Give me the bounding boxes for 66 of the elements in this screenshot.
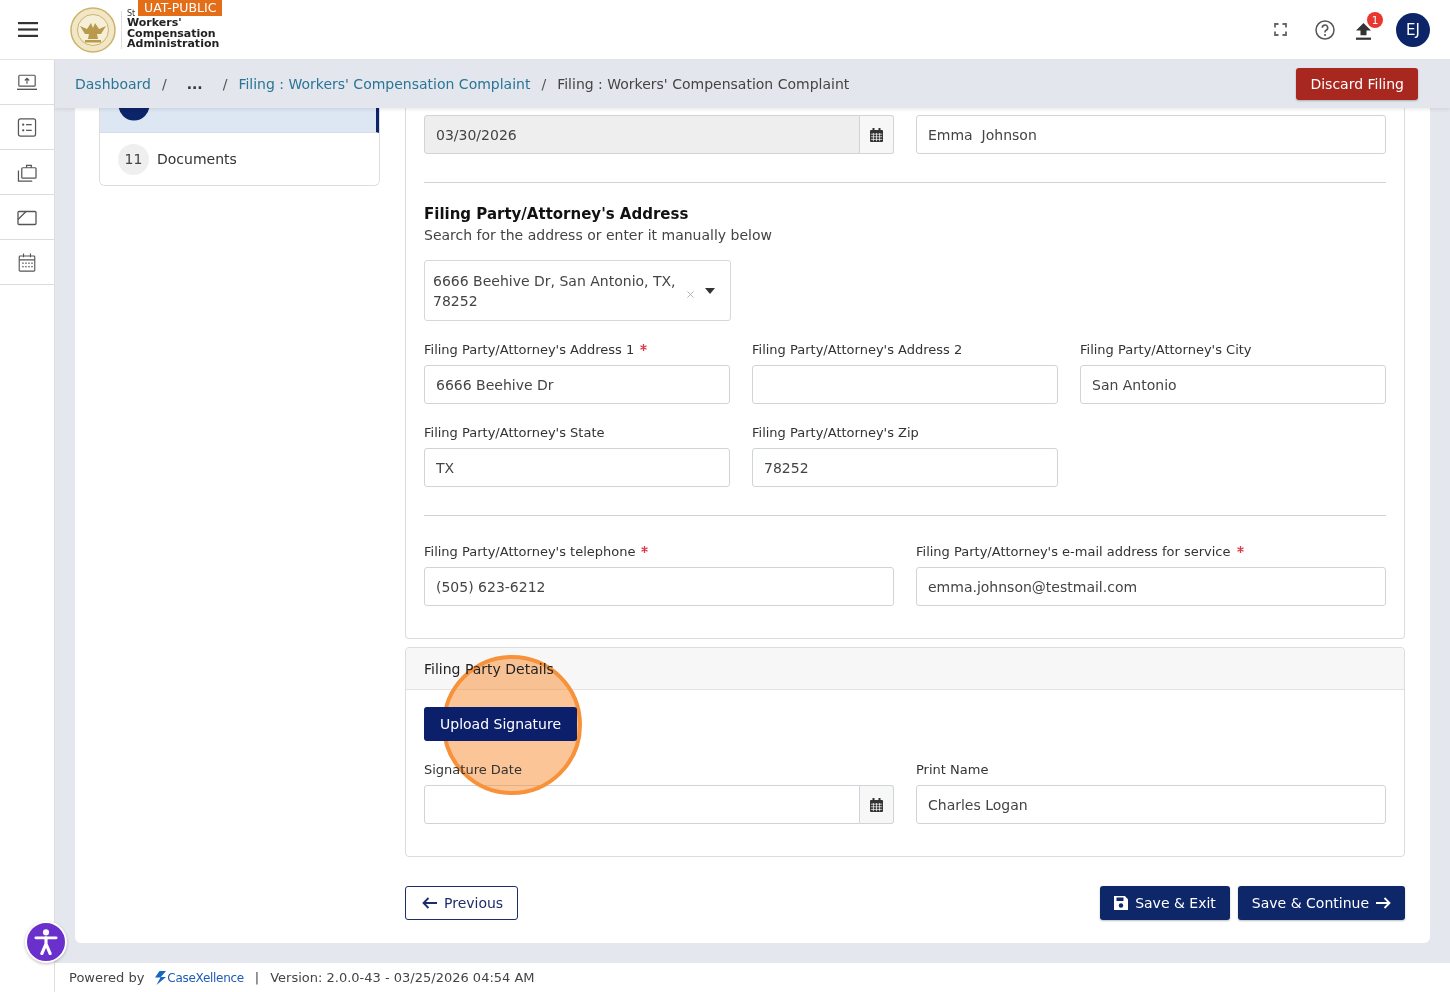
version-text: Version: 2.0.0-43 - 03/25/2026 04:54 AM [270,970,535,985]
brand-wordmark: CaseXellence [167,970,244,985]
field-label: Filing Party/Attorney's Zip [752,424,919,440]
calendar-icon[interactable] [17,252,37,272]
discard-filing-button[interactable]: Discard Filing [1296,68,1418,100]
field-label: Filing Party/Attorney's Address 2 [752,341,963,357]
breadcrumb-current: Filing : Workers' Compensation Complaint [557,76,850,92]
text-input[interactable]: (505) 623-6212 [424,567,894,606]
breadcrumb-ellipsis[interactable]: ... [186,76,203,92]
monitor-upload-icon[interactable] [17,72,37,92]
arrow-right-icon [1376,897,1391,909]
text-input[interactable]: Emma Johnson [916,115,1386,154]
breadcrumb-separator: / [161,76,167,92]
address-search-select[interactable]: 6666 Beehive Dr, San Antonio, TX, 78252 [424,260,731,321]
save-continue-button[interactable]: Save & Continue [1237,886,1405,920]
text-input[interactable]: San Antonio [1080,365,1386,404]
field-label: Filing Party/Attorney's City [1080,341,1252,357]
step-item[interactable] [100,108,379,133]
text-input[interactable]: TX [424,448,730,487]
breadcrumb-separator: / [541,76,547,92]
field-label: Filing Party/Attorney's e-mail address for service [916,543,1231,559]
logo-overline-text: St [127,9,136,18]
breadcrumb-separator: / [222,76,228,92]
caret-down-icon[interactable] [705,287,715,294]
breadcrumb-link[interactable]: Filing : Workers' Compensation Complaint [238,76,531,92]
field-label: Print Name [916,761,989,777]
menu-icon[interactable] [18,22,38,37]
notification-badge: 1 [1367,11,1383,28]
section-title: Filing Party/Attorney's Address [424,204,690,225]
brand-mark-icon [155,970,167,985]
step-number-icon [118,108,150,121]
text-input[interactable]: emma.johnson@testmail.com [916,567,1386,606]
field-label: Filing Party/Attorney's Address 1 [424,341,635,357]
user-avatar[interactable]: EJ [1396,12,1430,47]
date-input[interactable] [424,785,860,824]
step-number: 11 [118,143,149,175]
text-input[interactable]: 6666 Beehive Dr [424,365,730,404]
calendar-button[interactable] [860,785,894,824]
logo-wordmark: Workers' Compensation Administration [127,18,220,50]
accessibility-person-icon [34,929,58,955]
section-title: Filing Party Details [424,660,554,677]
text-input[interactable]: Charles Logan [916,785,1386,824]
field-label: Filing Party/Attorney's telephone [424,543,636,559]
environment-badge: UAT-PUBLIC [138,0,223,16]
help-icon[interactable] [1315,19,1335,40]
footer-separator: | [254,970,260,985]
arrow-left-icon [422,897,437,909]
calendar-icon [870,797,883,812]
seal-logo [70,6,116,53]
calendar-icon [870,127,883,142]
calendar-button[interactable] [860,115,894,154]
upload-signature-button[interactable]: Upload Signature [424,707,578,741]
section-subtitle: Search for the address or enter it manually below [424,226,773,245]
field-label: Filing Party/Attorney's State [424,424,605,440]
save-exit-button[interactable]: Save & Exit [1100,886,1230,920]
breadcrumb-link[interactable]: Dashboard [75,76,151,92]
text-input[interactable] [752,365,1058,404]
powered-by-text: Powered by [69,970,145,985]
fullscreen-icon[interactable] [1274,23,1287,36]
accessibility-button[interactable] [25,921,67,963]
previous-button[interactable]: Previous [405,886,519,920]
upload-icon[interactable] [1356,22,1371,40]
save-icon [1114,896,1129,910]
checklist-icon[interactable] [17,117,37,137]
briefcase-icon[interactable] [17,162,37,182]
text-input[interactable]: 78252 [752,448,1058,487]
